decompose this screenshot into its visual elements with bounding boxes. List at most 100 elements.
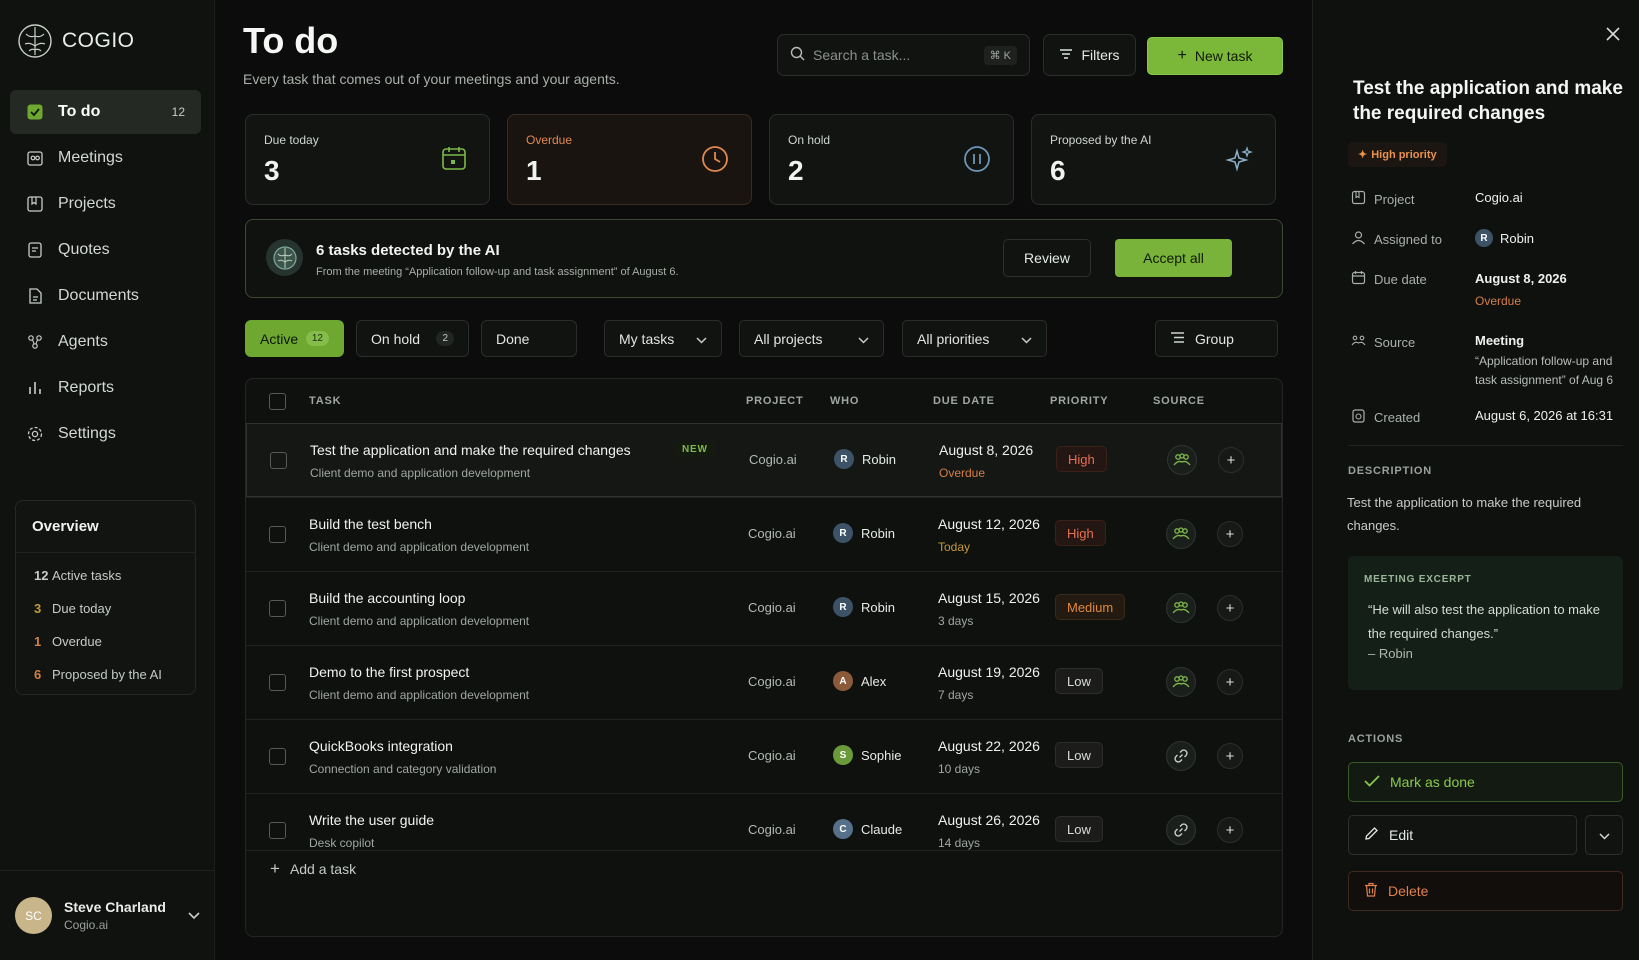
agents-icon <box>26 333 44 351</box>
property-due-date: Due date <box>1351 270 1427 288</box>
link-icon[interactable] <box>1166 741 1196 771</box>
row-add-button[interactable]: + <box>1218 447 1244 473</box>
column-header: WHO <box>830 395 860 407</box>
task-title: Build the accounting loop <box>309 590 466 606</box>
section-title: DESCRIPTION <box>1348 465 1432 477</box>
overview-row[interactable]: 6 Proposed by the AI <box>16 658 195 691</box>
select-all-checkbox[interactable] <box>269 392 286 410</box>
divider <box>246 850 1282 851</box>
avatar: R <box>833 597 853 617</box>
priorities-dropdown[interactable]: All priorities <box>902 320 1047 357</box>
mark-done-button[interactable]: Mark as done <box>1348 762 1623 802</box>
row-checkbox[interactable] <box>269 748 286 765</box>
nav-item-settings[interactable]: Settings <box>10 412 201 456</box>
task-project: Cogio.ai <box>749 452 797 467</box>
ai-brain-icon <box>266 239 303 276</box>
row-checkbox[interactable] <box>270 452 287 469</box>
accept-all-button[interactable]: Accept all <box>1115 239 1232 277</box>
property-assigned: Assigned to <box>1351 230 1442 248</box>
assignee-name: Sophie <box>861 747 902 763</box>
edit-button[interactable]: Edit <box>1348 815 1577 855</box>
avatar: C <box>833 819 853 839</box>
ai-detection-banner: 6 tasks detected by the AI From the meet… <box>245 219 1283 298</box>
pencil-icon <box>1364 826 1379 844</box>
dropdown-value: My tasks <box>619 330 675 347</box>
stat-overdue[interactable]: Overdue 1 <box>507 114 752 205</box>
new-task-label: New task <box>1194 48 1253 64</box>
section-title: MEETING EXCERPT <box>1364 574 1472 585</box>
row-add-button[interactable]: + <box>1217 595 1243 621</box>
table-row[interactable]: Write the user guide Desk copilot Cogio.… <box>246 793 1282 867</box>
row-add-button[interactable]: + <box>1217 669 1243 695</box>
calendar-icon <box>1351 270 1366 288</box>
link-icon[interactable] <box>1166 815 1196 845</box>
property-label: Project <box>1374 191 1415 207</box>
table-row[interactable]: Demo to the first prospect Client demo a… <box>246 645 1282 719</box>
projects-dropdown[interactable]: All projects <box>739 320 884 357</box>
tab-count: 12 <box>305 331 329 346</box>
overview-label: Overdue <box>52 634 102 649</box>
filters-button[interactable]: Filters <box>1043 34 1136 76</box>
search-input[interactable]: Search a task... ⌘ K <box>777 34 1030 76</box>
delete-button[interactable]: Delete <box>1348 871 1623 911</box>
nav-item-todo[interactable]: To do 12 <box>10 90 201 134</box>
settings-icon <box>26 425 44 443</box>
created-icon <box>1351 408 1366 426</box>
tab-active[interactable]: Active 12 <box>245 320 344 357</box>
group-button[interactable]: Group <box>1155 320 1278 357</box>
table-row[interactable]: QuickBooks integration Connection and ca… <box>246 719 1282 793</box>
row-checkbox[interactable] <box>269 600 286 617</box>
my-tasks-dropdown[interactable]: My tasks <box>604 320 722 357</box>
overview-label: Active tasks <box>52 568 122 583</box>
row-add-button[interactable]: + <box>1217 521 1243 547</box>
add-task-button[interactable]: + Add a task <box>270 859 356 879</box>
nav-item-agents[interactable]: Agents <box>10 320 201 364</box>
page-title: To do <box>243 20 339 61</box>
column-header: TASK <box>309 395 342 407</box>
property-value: August 8, 2026 <box>1475 271 1567 286</box>
meeting-icon[interactable] <box>1166 667 1196 697</box>
brand[interactable]: COGIO <box>16 22 135 60</box>
pause-icon <box>963 145 991 178</box>
property-value: August 6, 2026 at 16:31 <box>1475 408 1614 423</box>
close-icon[interactable] <box>1605 22 1621 48</box>
meeting-icon[interactable] <box>1167 445 1197 475</box>
meeting-icon[interactable] <box>1166 519 1196 549</box>
task-due-status: 7 days <box>938 688 974 702</box>
nav-item-quotes[interactable]: Quotes <box>10 228 201 272</box>
review-button[interactable]: Review <box>1003 239 1091 277</box>
table-row[interactable]: Build the test bench Client demo and app… <box>246 497 1282 571</box>
tab-done[interactable]: Done <box>481 320 577 357</box>
nav-item-projects[interactable]: Projects <box>10 182 201 226</box>
brand-name: COGIO <box>62 29 135 52</box>
overview-row[interactable]: 12 Active tasks <box>16 559 195 592</box>
row-add-button[interactable]: + <box>1217 817 1243 843</box>
stat-on-hold[interactable]: On hold 2 <box>769 114 1014 205</box>
add-task-label: Add a task <box>289 861 357 877</box>
row-add-button[interactable]: + <box>1217 743 1243 769</box>
overview-count: 6 <box>34 667 42 682</box>
table-row[interactable]: Build the accounting loop Client demo an… <box>246 571 1282 645</box>
edit-options-button[interactable] <box>1585 815 1623 855</box>
overview-row[interactable]: 3 Due today <box>16 592 195 625</box>
row-checkbox[interactable] <box>269 674 286 691</box>
nav-item-meetings[interactable]: Meetings <box>10 136 201 180</box>
chevron-down-icon <box>1598 827 1610 843</box>
task-due-status: 10 days <box>938 762 981 776</box>
user-menu[interactable]: SC Steve Charland Cogio.ai <box>0 870 215 960</box>
meeting-icon[interactable] <box>1166 593 1196 623</box>
table-row[interactable]: Test the application and make the requir… <box>246 423 1282 497</box>
row-checkbox[interactable] <box>269 526 286 543</box>
avatar: R <box>833 523 853 543</box>
stat-due-today[interactable]: Due today 3 <box>245 114 490 205</box>
new-task-button[interactable]: + New task <box>1147 37 1283 75</box>
property-created: Created <box>1351 408 1420 426</box>
overview-row[interactable]: 1 Overdue <box>16 625 195 658</box>
tab-on-hold[interactable]: On hold 2 <box>356 320 469 357</box>
stat-proposed-ai[interactable]: Proposed by the AI 6 <box>1031 114 1276 205</box>
row-checkbox[interactable] <box>269 822 286 839</box>
property-label: Due date <box>1374 271 1427 287</box>
nav-item-reports[interactable]: Reports <box>10 366 201 410</box>
priority-label: High priority <box>1371 148 1437 161</box>
nav-item-documents[interactable]: Documents <box>10 274 201 318</box>
